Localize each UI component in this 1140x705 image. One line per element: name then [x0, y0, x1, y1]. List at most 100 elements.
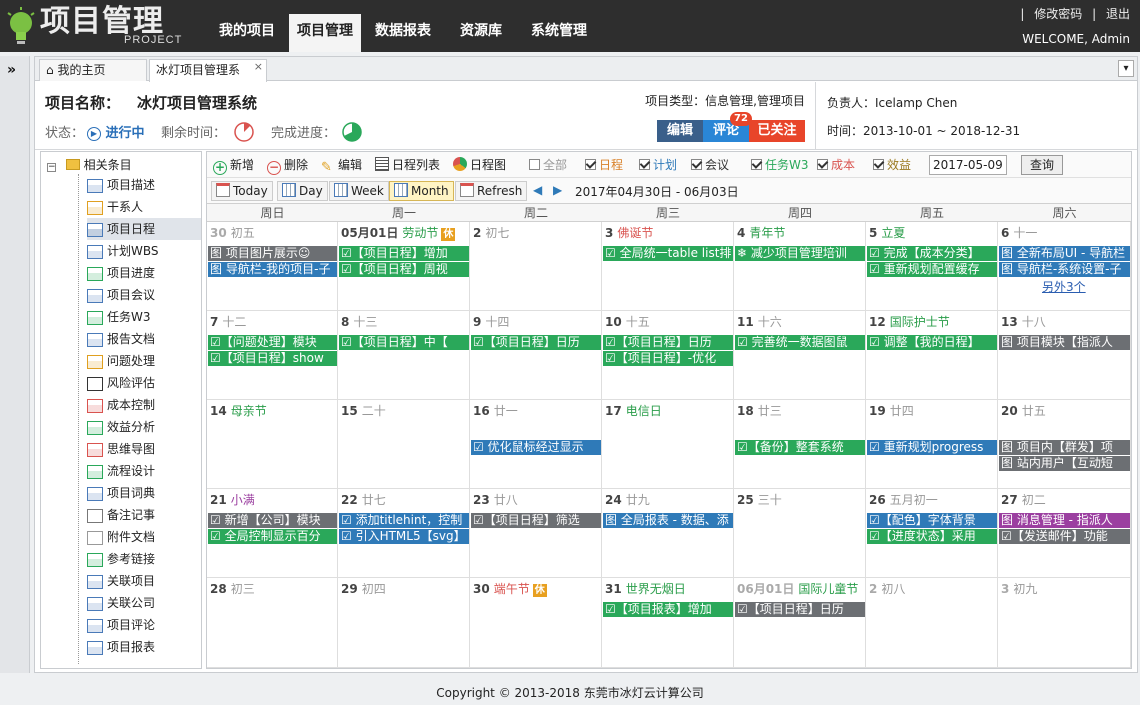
sidebar-item-19[interactable]: 关联公司 [87, 592, 201, 614]
calendar-event[interactable]: ☑ 新增【公司】模块 [208, 513, 337, 528]
filter-1[interactable]: 日程 [585, 156, 623, 174]
tab-project[interactable]: 冰灯项目管理系 × [149, 59, 267, 82]
calendar-event[interactable]: 图 导航栏-我的项目-子 [208, 262, 337, 277]
calendar-event[interactable]: ☑ 全局统一table list排 [603, 246, 733, 261]
day-cell[interactable]: 17 电信日 [602, 400, 734, 489]
prev-arrow-icon[interactable]: ◀ [533, 183, 542, 197]
day-cell[interactable]: 28 初三 [207, 578, 338, 668]
day-cell[interactable]: 12 国际护士节 ☑ 调整【我的日程】 [866, 311, 998, 400]
day-cell[interactable]: 26 五月初一 ☑【配色】字体背景 ☑【进度状态】采用 [866, 489, 998, 578]
day-cell[interactable]: 7 十二 ☑【问题处理】模块 ☑【项目日程】show [207, 311, 338, 400]
sidebar-item-21[interactable]: 项目报表 [87, 636, 201, 658]
day-cell[interactable]: 15 二十 [338, 400, 470, 489]
calendar-event[interactable]: ☑ 引入HTML5【svg】 [339, 529, 469, 544]
week-view-button[interactable]: Week [329, 181, 389, 201]
day-cell[interactable]: 27 初二图 消息管理 - 指派人 ☑【发送邮件】功能 [998, 489, 1131, 578]
sidebar-item-16[interactable]: 附件文档 [87, 526, 201, 548]
edit-event-button[interactable]: ✎ 编辑 [321, 156, 362, 175]
calendar-event[interactable]: ☑【发送邮件】功能 [999, 529, 1130, 544]
calendar-event[interactable]: ❄ 减少项目管理培训 [735, 246, 865, 261]
day-cell[interactable]: 25 三十 [734, 489, 866, 578]
sidebar-item-3[interactable]: 计划WBS [87, 240, 201, 262]
calendar-event[interactable]: ☑【项目日程】日历 [471, 335, 601, 350]
checkbox[interactable] [639, 159, 650, 170]
calendar-event[interactable]: ☑【项目日程】-优化 [603, 351, 733, 366]
calendar-event[interactable]: 图 消息管理 - 指派人 [999, 513, 1130, 528]
sidebar-item-6[interactable]: 任务W3 [87, 306, 201, 328]
day-cell[interactable]: 3 佛诞节 ☑ 全局统一table list排 [602, 222, 734, 311]
date-input[interactable]: 2017-05-09 [929, 155, 1007, 175]
day-cell[interactable]: 6 十一图 全新布局UI - 导航栏图 导航栏-系统设置-子 另外3个 [998, 222, 1131, 311]
calendar-event[interactable]: ☑【项目日程】show [208, 351, 337, 366]
calendar-event[interactable]: ☑ 全局控制显示百分 [208, 529, 337, 544]
calendar-event[interactable]: ☑ 完成【成本分类】 [867, 246, 997, 261]
sidebar-item-8[interactable]: 问题处理 [87, 350, 201, 372]
calendar-event[interactable]: 图 站内用户【互动短 [999, 456, 1130, 471]
nav-system-management[interactable]: 系统管理 [520, 14, 598, 52]
sidebar-item-9[interactable]: 风险评估 [87, 372, 201, 394]
calendar-event[interactable]: 图 全局报表 - 数据、添 [603, 513, 733, 528]
edit-button[interactable]: 编辑 [657, 120, 703, 142]
filter-6[interactable]: 效益 [873, 156, 911, 174]
sidebar-item-14[interactable]: 项目词典 [87, 482, 201, 504]
nav-data-reports[interactable]: 数据报表 [364, 14, 442, 52]
day-cell[interactable]: 19 廿四 ☑ 重新规划progress [866, 400, 998, 489]
expand-icon[interactable]: » [7, 62, 16, 78]
sidebar-item-4[interactable]: 项目进度 [87, 262, 201, 284]
sidebar-item-0[interactable]: 项目描述 [87, 174, 201, 196]
checkbox[interactable] [873, 159, 884, 170]
sidebar-item-20[interactable]: 项目评论 [87, 614, 201, 636]
day-cell[interactable]: 13 十八图 项目模块【指派人 [998, 311, 1131, 400]
delete-button[interactable]: − 删除 [267, 156, 308, 175]
day-cell[interactable]: 20 廿五图 项目内【群发】项图 站内用户【互动短 [998, 400, 1131, 489]
day-cell[interactable]: 14 母亲节 [207, 400, 338, 489]
calendar-event[interactable]: ☑【项目日程】筛选 [471, 513, 601, 528]
filter-2[interactable]: 计划 [639, 156, 677, 174]
calendar-event[interactable]: ☑【项目日程】增加 [339, 246, 469, 261]
calendar-event[interactable]: 图 项目内【群发】项 [999, 440, 1130, 455]
day-cell[interactable]: 5 立夏 ☑ 完成【成本分类】 ☑ 重新规划配置缓存 [866, 222, 998, 311]
day-cell[interactable]: 4 青年节 ❄ 减少项目管理培训 [734, 222, 866, 311]
tab-home[interactable]: ⌂ 我的主页 [39, 59, 147, 81]
calendar-event[interactable]: 图 全新布局UI - 导航栏 [999, 246, 1130, 261]
close-icon[interactable]: × [254, 57, 263, 77]
schedule-chart-button[interactable]: 日程图 [453, 156, 506, 174]
calendar-event[interactable]: ☑【项目日程】日历 [603, 335, 733, 350]
sidebar-item-15[interactable]: 备注记事 [87, 504, 201, 526]
calendar-event[interactable]: ☑ 优化鼠标经过显示 [471, 440, 601, 455]
calendar-event[interactable]: ☑【备份】整套系统 [735, 440, 865, 455]
day-cell[interactable]: 10 十五 ☑【项目日程】日历 ☑【项目日程】-优化 [602, 311, 734, 400]
checkbox[interactable] [751, 159, 762, 170]
day-cell[interactable]: 21 小满 ☑ 新增【公司】模块 ☑ 全局控制显示百分 [207, 489, 338, 578]
today-button[interactable]: Today [211, 181, 273, 201]
filter-4[interactable]: 任务W3 [751, 156, 809, 174]
day-cell[interactable]: 11 十六 ☑ 完善统一数据图鼠 [734, 311, 866, 400]
sidebar-item-17[interactable]: 参考链接 [87, 548, 201, 570]
sidebar-item-11[interactable]: 效益分析 [87, 416, 201, 438]
day-cell[interactable]: 3 初九 [998, 578, 1131, 668]
add-button[interactable]: + 新增 [213, 156, 254, 175]
calendar-event[interactable]: ☑【进度状态】采用 [867, 529, 997, 544]
calendar-event[interactable]: ☑ 调整【我的日程】 [867, 335, 997, 350]
day-cell[interactable]: 31 世界无烟日 ☑【项目报表】增加 [602, 578, 734, 668]
calendar-event[interactable]: ☑【项目日程】中【 [339, 335, 469, 350]
sidebar-item-1[interactable]: 干系人 [87, 196, 201, 218]
calendar-event[interactable]: ☑ 添加titlehint，控制 [339, 513, 469, 528]
calendar-event[interactable]: ☑【配色】字体背景 [867, 513, 997, 528]
filter-5[interactable]: 成本 [817, 156, 855, 174]
day-cell[interactable]: 22 廿七 ☑ 添加titlehint，控制 ☑ 引入HTML5【svg】 [338, 489, 470, 578]
day-cell[interactable]: 16 廿一 ☑ 优化鼠标经过显示 [470, 400, 602, 489]
checkbox[interactable] [585, 159, 596, 170]
day-cell[interactable]: 18 廿三 ☑【备份】整套系统 [734, 400, 866, 489]
day-cell[interactable]: 30 初五图 项目图片展示☺ 图 导航栏-我的项目-子 [207, 222, 338, 311]
day-cell[interactable]: 8 十三 ☑【项目日程】中【 [338, 311, 470, 400]
checkbox[interactable] [529, 159, 540, 170]
sidebar-item-12[interactable]: 思维导图 [87, 438, 201, 460]
more-events-link[interactable]: 另外3个 [1042, 278, 1086, 295]
day-cell[interactable]: 29 初四 [338, 578, 470, 668]
calendar-event[interactable]: ☑【项目日程】日历 [735, 602, 865, 617]
day-view-button[interactable]: Day [277, 181, 328, 201]
logout-link[interactable]: 退出 [1106, 7, 1130, 21]
nav-project-management[interactable]: 项目管理 [289, 14, 361, 52]
sidebar-item-10[interactable]: 成本控制 [87, 394, 201, 416]
